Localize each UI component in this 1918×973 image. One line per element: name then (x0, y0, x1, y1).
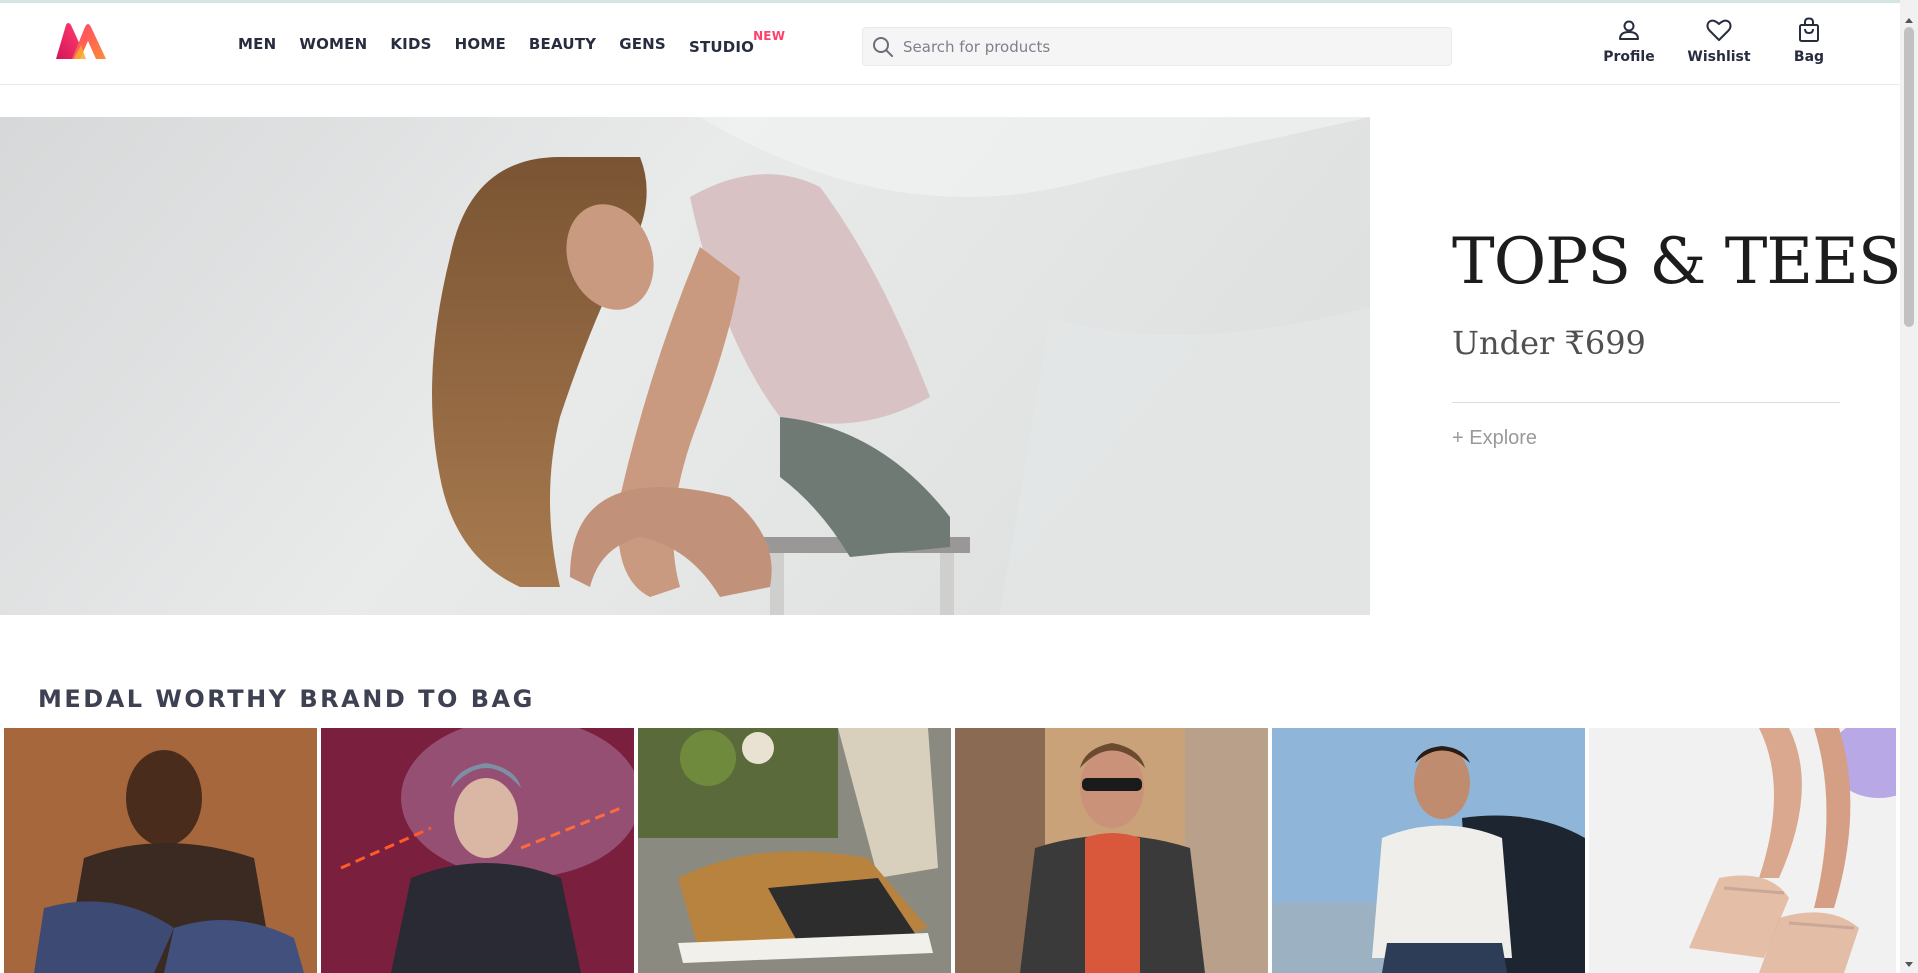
brand-carousel (4, 728, 1896, 973)
bag-label: Bag (1793, 49, 1825, 65)
main-nav: MEN WOMEN KIDS HOME BEAUTY GENS STUDIO N… (238, 29, 785, 56)
wishlist-label: Wishlist (1687, 49, 1751, 65)
section-title: MEDAL WORTHY BRAND TO BAG (38, 685, 535, 713)
nav-item-kids[interactable]: KIDS (390, 35, 431, 53)
scroll-down-arrow-icon[interactable] (1905, 962, 1913, 967)
header-actions: Profile Wishlist Bag (1584, 15, 1854, 65)
brand-image (1272, 728, 1585, 973)
heart-icon (1706, 15, 1732, 45)
profile-button[interactable]: Profile (1584, 15, 1674, 65)
scroll-thumb[interactable] (1904, 27, 1914, 327)
nav-label: BEAUTY (528, 35, 597, 53)
myntra-logo[interactable] (52, 19, 110, 63)
wishlist-button[interactable]: Wishlist (1674, 15, 1764, 65)
nav-label: GENS (619, 35, 666, 53)
brand-card[interactable] (1589, 728, 1896, 973)
page-scrollbar[interactable] (1900, 0, 1918, 973)
nav-item-men[interactable]: MEN (238, 35, 276, 53)
nav-label: STUDIO (688, 38, 755, 56)
bag-button[interactable]: Bag (1764, 15, 1854, 65)
nav-item-women[interactable]: WOMEN (299, 35, 367, 53)
nav-item-gens[interactable]: GENS (619, 35, 666, 53)
promo-subtitle: Under ₹699 (1452, 324, 1646, 362)
promo-divider (1452, 402, 1840, 403)
promo-title: TOPS & TEES (1452, 225, 1902, 299)
brand-card[interactable] (955, 728, 1268, 973)
profile-icon (1617, 15, 1641, 45)
hero-promo: TOPS & TEES Under ₹699 + Explore (1452, 225, 1902, 450)
brand-card[interactable] (321, 728, 634, 973)
search-icon[interactable] (863, 27, 903, 66)
search-bar (862, 27, 1452, 66)
nav-label: MEN (238, 35, 277, 53)
brand-image (321, 728, 634, 973)
explore-link[interactable]: + Explore (1452, 427, 1537, 450)
scroll-up-arrow-icon[interactable] (1905, 18, 1913, 23)
bag-icon (1797, 15, 1821, 45)
brand-image (1589, 728, 1896, 973)
brand-card[interactable] (4, 728, 317, 973)
profile-label: Profile (1603, 49, 1655, 65)
new-badge: NEW (753, 29, 786, 43)
nav-label: WOMEN (299, 35, 368, 53)
hero-model-image (0, 117, 1370, 615)
site-header: MEN WOMEN KIDS HOME BEAUTY GENS STUDIO N… (0, 0, 1900, 85)
brand-image (638, 728, 951, 973)
nav-item-home[interactable]: HOME (455, 35, 506, 53)
brand-card[interactable] (1272, 728, 1585, 973)
search-input[interactable] (903, 37, 1423, 56)
brand-card[interactable] (638, 728, 951, 973)
nav-item-studio[interactable]: STUDIO NEW (688, 29, 785, 56)
nav-label: HOME (454, 35, 506, 53)
myntra-logo-icon (56, 23, 106, 59)
nav-item-beauty[interactable]: BEAUTY (529, 35, 596, 53)
brand-image (955, 728, 1268, 973)
brand-image (4, 728, 317, 973)
hero-banner-image[interactable] (0, 117, 1370, 615)
nav-label: KIDS (390, 35, 432, 53)
page: MEN WOMEN KIDS HOME BEAUTY GENS STUDIO N… (0, 0, 1918, 973)
